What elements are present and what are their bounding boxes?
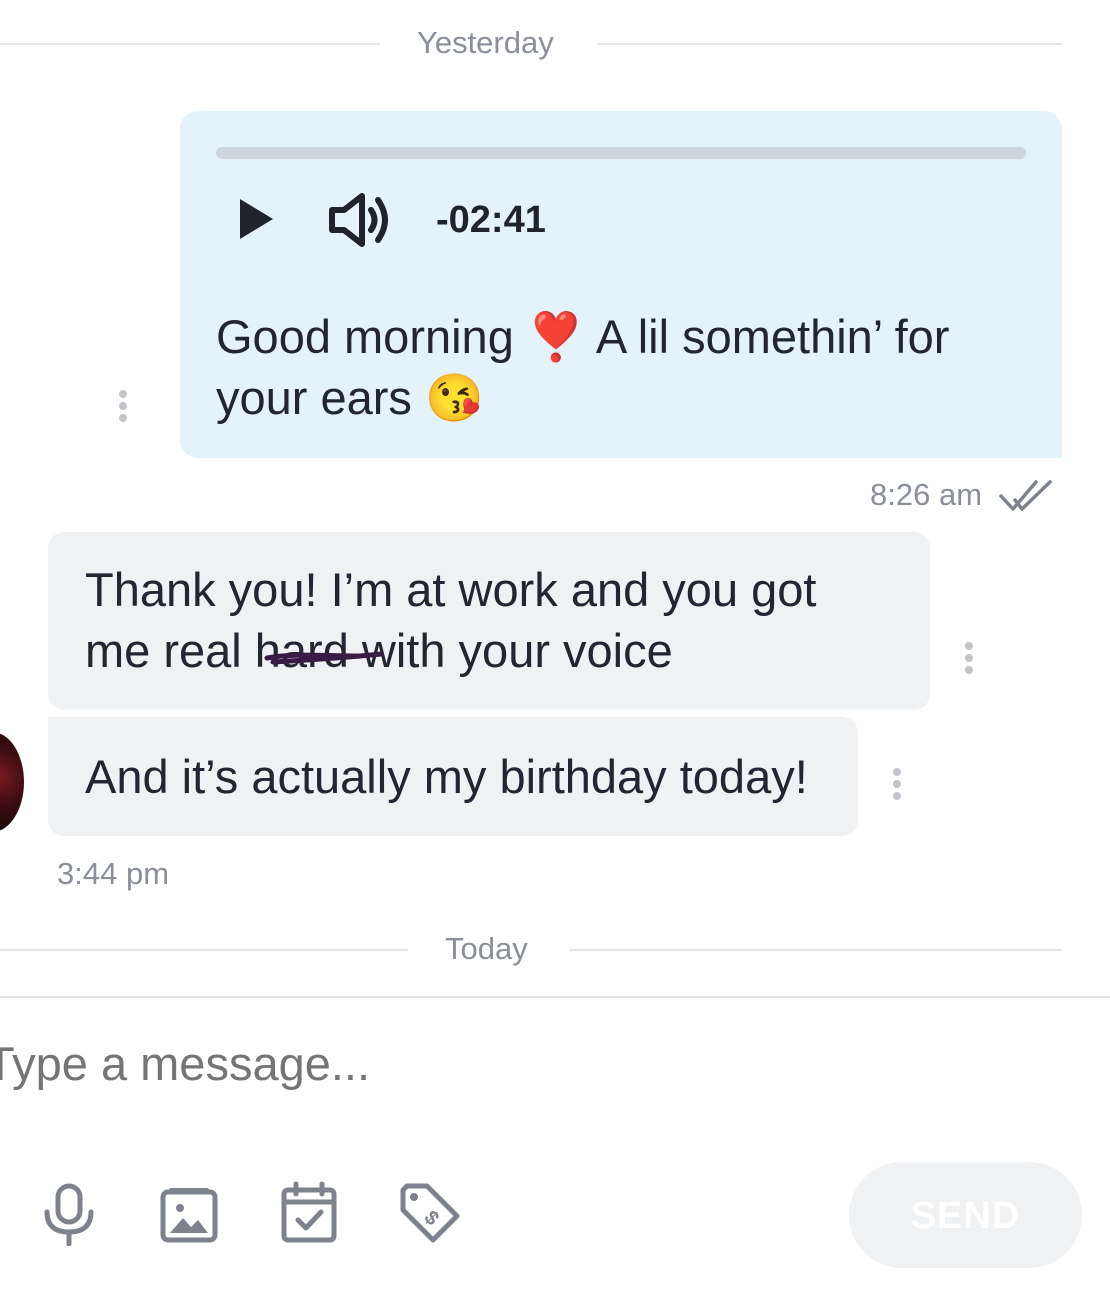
- date-separator-yesterday: Yesterday: [417, 25, 554, 60]
- incoming-message-menu-button[interactable]: [962, 642, 976, 682]
- volume-button[interactable]: [328, 192, 392, 248]
- divider-left-today: [0, 949, 408, 951]
- incoming-message-text: Thank you! I’m at work and you got me re…: [85, 559, 885, 681]
- image-button[interactable]: [157, 1182, 221, 1246]
- svg-text:$: $: [420, 1207, 443, 1230]
- struck-word: hard: [255, 620, 384, 681]
- heart-exclamation-emoji: ❣️: [526, 310, 586, 363]
- outgoing-message-menu-button[interactable]: [116, 390, 130, 430]
- double-check-icon: [998, 478, 1056, 514]
- avatar[interactable]: [0, 732, 24, 832]
- incoming-message-2-menu-button[interactable]: [890, 768, 904, 808]
- outgoing-message-text: Good morning ❣️ A lil somethin’ for your…: [216, 306, 1036, 428]
- microphone-button[interactable]: [37, 1182, 101, 1247]
- send-button[interactable]: SEND: [849, 1162, 1082, 1268]
- microphone-icon: [44, 1183, 94, 1247]
- divider-right-yesterday: [597, 43, 1062, 45]
- date-separator-today: Today: [445, 931, 528, 966]
- divider-left-yesterday: [0, 43, 380, 45]
- calendar-button[interactable]: [277, 1180, 341, 1244]
- incoming-text-after: with your voice: [348, 624, 673, 677]
- incoming-timestamp: 3:44 pm: [57, 856, 170, 891]
- outgoing-timestamp: 8:26 am: [870, 477, 983, 512]
- calendar-check-icon: [281, 1181, 337, 1243]
- price-tag-icon: $: [400, 1183, 460, 1243]
- audio-duration: -02:41: [436, 199, 546, 241]
- price-tag-button[interactable]: $: [397, 1182, 461, 1246]
- speaker-icon: [329, 193, 388, 247]
- divider-right-today: [569, 949, 1062, 951]
- outgoing-text-part1: Good morning: [216, 310, 514, 363]
- image-icon: [160, 1188, 218, 1243]
- audio-progress-bar[interactable]: [216, 147, 1026, 159]
- incoming-message-text-2: And it’s actually my birthday today!: [85, 750, 808, 803]
- scribble-strike: [264, 651, 384, 665]
- play-button[interactable]: [236, 196, 276, 242]
- message-input[interactable]: [0, 1036, 986, 1092]
- composer-divider: [0, 996, 1110, 998]
- kissing-emoji: 😘: [424, 371, 484, 424]
- play-icon: [240, 199, 273, 239]
